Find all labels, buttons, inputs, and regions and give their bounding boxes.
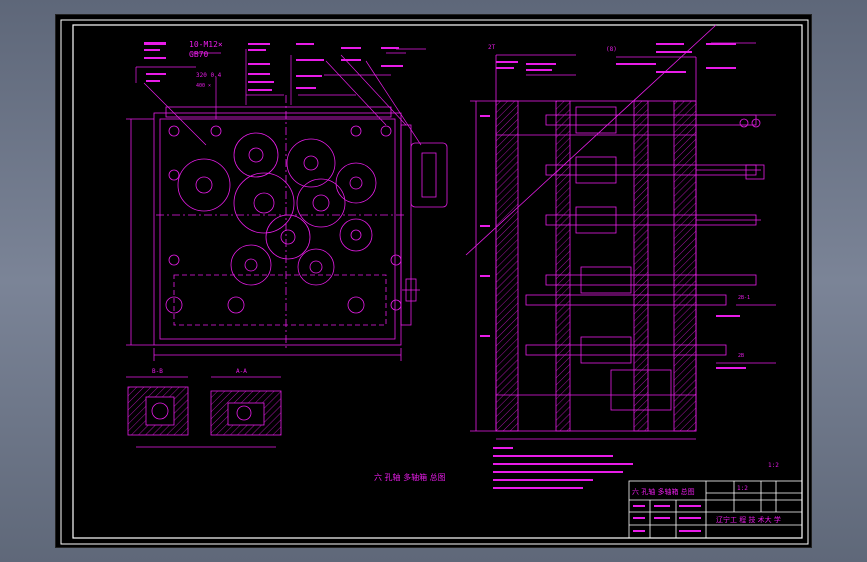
title-block-scale: 1:2 bbox=[737, 485, 748, 492]
left-callout-text: 10-M12× GB70 320 0.4 400 × bbox=[144, 40, 403, 91]
right-callout-top-mid: (8) bbox=[606, 46, 617, 53]
title-block-cells bbox=[633, 505, 701, 532]
section-views bbox=[126, 376, 282, 448]
cad-drawing: 10-M12× GB70 320 0.4 400 × 2T (8) 1:2 2B… bbox=[60, 19, 809, 545]
right-callout-text: 2T (8) 1:2 2B-1 2B bbox=[480, 43, 779, 469]
technical-notes bbox=[493, 447, 633, 489]
right-callout-side-a: 2B-1 bbox=[738, 295, 750, 301]
title-block-title: 六 孔轴 多轴箱 总图 bbox=[632, 487, 695, 496]
right-callout-scale: 1:2 bbox=[768, 462, 779, 469]
title-block-school: 辽宁工 程 技 术大 学 bbox=[716, 515, 781, 524]
tolerance-a-label: 320 0.4 bbox=[196, 72, 222, 79]
left-callout-leaders bbox=[135, 48, 426, 146]
bolt-spec-label: 10-M12× bbox=[189, 40, 223, 49]
tolerance-b-label: 400 × bbox=[196, 83, 211, 89]
section-a-label: A-A bbox=[236, 368, 247, 375]
section-b-label: B-B bbox=[152, 368, 163, 375]
bolt-std-label: GB70 bbox=[189, 50, 208, 59]
right-callout-side-b: 2B bbox=[738, 353, 744, 359]
right-section-view bbox=[465, 24, 776, 440]
left-main-view bbox=[126, 95, 448, 361]
cad-viewport[interactable]: 10-M12× GB70 320 0.4 400 × 2T (8) 1:2 2B… bbox=[55, 14, 812, 548]
drawing-title: 六 孔轴 多轴箱 总图 bbox=[374, 472, 446, 482]
right-callout-top-left: 2T bbox=[488, 44, 496, 51]
